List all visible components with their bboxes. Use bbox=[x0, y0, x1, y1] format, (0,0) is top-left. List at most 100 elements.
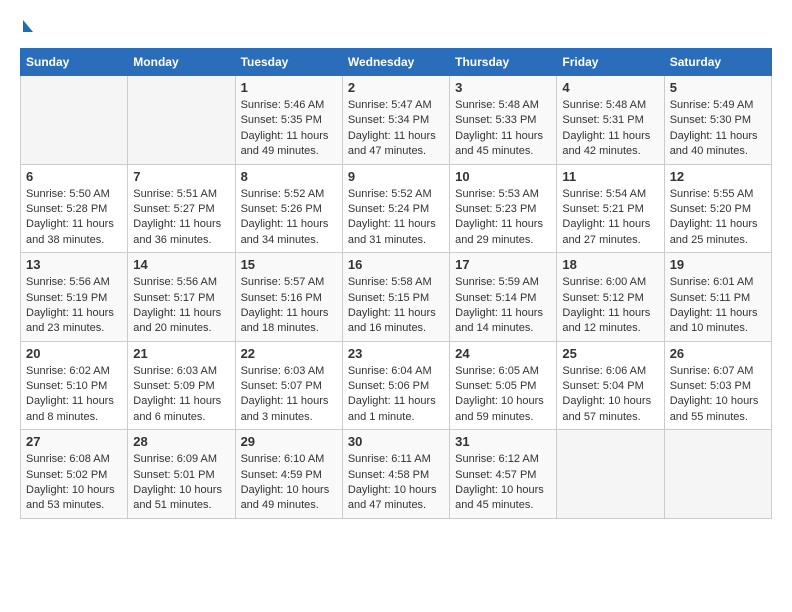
day-info: Sunrise: 5:48 AM Sunset: 5:33 PM Dayligh… bbox=[455, 98, 551, 160]
day-info: Sunrise: 6:01 AM Sunset: 5:11 PM Dayligh… bbox=[670, 275, 766, 337]
day-info: Sunrise: 6:12 AM Sunset: 4:57 PM Dayligh… bbox=[455, 452, 551, 514]
day-number: 13 bbox=[26, 257, 122, 272]
calendar-cell: 21 Sunrise: 6:03 AM Sunset: 5:09 PM Dayli… bbox=[128, 341, 235, 430]
calendar-cell: 16 Sunrise: 5:58 AM Sunset: 5:15 PM Dayli… bbox=[342, 253, 449, 342]
column-header-monday: Monday bbox=[128, 49, 235, 76]
day-number: 16 bbox=[348, 257, 444, 272]
day-number: 4 bbox=[562, 80, 658, 95]
calendar-cell: 6 Sunrise: 5:50 AM Sunset: 5:28 PM Daylig… bbox=[21, 164, 128, 253]
day-number: 17 bbox=[455, 257, 551, 272]
day-info: Sunrise: 5:52 AM Sunset: 5:24 PM Dayligh… bbox=[348, 187, 444, 249]
day-info: Sunrise: 6:03 AM Sunset: 5:09 PM Dayligh… bbox=[133, 364, 229, 426]
calendar-cell bbox=[557, 430, 664, 519]
day-number: 6 bbox=[26, 169, 122, 184]
day-info: Sunrise: 5:56 AM Sunset: 5:17 PM Dayligh… bbox=[133, 275, 229, 337]
week-row-3: 13Sunrise: 5:56 AM Sunset: 5:19 PM Dayli… bbox=[21, 253, 772, 342]
day-number: 14 bbox=[133, 257, 229, 272]
day-number: 28 bbox=[133, 434, 229, 449]
day-info: Sunrise: 6:04 AM Sunset: 5:06 PM Dayligh… bbox=[348, 364, 444, 426]
day-info: Sunrise: 5:52 AM Sunset: 5:26 PM Dayligh… bbox=[241, 187, 337, 249]
day-number: 9 bbox=[348, 169, 444, 184]
calendar-cell: 18 Sunrise: 6:00 AM Sunset: 5:12 PM Dayli… bbox=[557, 253, 664, 342]
day-info: Sunrise: 5:57 AM Sunset: 5:16 PM Dayligh… bbox=[241, 275, 337, 337]
day-number: 31 bbox=[455, 434, 551, 449]
day-info: Sunrise: 6:10 AM Sunset: 4:59 PM Dayligh… bbox=[241, 452, 337, 514]
day-number: 22 bbox=[241, 346, 337, 361]
calendar-cell: 29Sunrise: 6:10 AM Sunset: 4:59 PM Dayli… bbox=[235, 430, 342, 519]
calendar-cell: 15 Sunrise: 5:57 AM Sunset: 5:16 PM Dayli… bbox=[235, 253, 342, 342]
calendar-cell: 28 Sunrise: 6:09 AM Sunset: 5:01 PM Dayli… bbox=[128, 430, 235, 519]
week-row-1: 1Sunrise: 5:46 AM Sunset: 5:35 PM Daylig… bbox=[21, 76, 772, 165]
day-number: 5 bbox=[670, 80, 766, 95]
day-info: Sunrise: 5:54 AM Sunset: 5:21 PM Dayligh… bbox=[562, 187, 658, 249]
day-number: 27 bbox=[26, 434, 122, 449]
calendar-cell: 17 Sunrise: 5:59 AM Sunset: 5:14 PM Dayli… bbox=[450, 253, 557, 342]
day-number: 15 bbox=[241, 257, 337, 272]
day-number: 25 bbox=[562, 346, 658, 361]
calendar-cell: 5 Sunrise: 5:49 AM Sunset: 5:30 PM Daylig… bbox=[664, 76, 771, 165]
day-info: Sunrise: 6:05 AM Sunset: 5:05 PM Dayligh… bbox=[455, 364, 551, 426]
calendar-cell: 3 Sunrise: 5:48 AM Sunset: 5:33 PM Daylig… bbox=[450, 76, 557, 165]
day-number: 12 bbox=[670, 169, 766, 184]
day-number: 26 bbox=[670, 346, 766, 361]
day-info: Sunrise: 6:09 AM Sunset: 5:01 PM Dayligh… bbox=[133, 452, 229, 514]
day-info: Sunrise: 6:08 AM Sunset: 5:02 PM Dayligh… bbox=[26, 452, 122, 514]
day-info: Sunrise: 5:47 AM Sunset: 5:34 PM Dayligh… bbox=[348, 98, 444, 160]
page-header bbox=[20, 20, 772, 32]
column-header-sunday: Sunday bbox=[21, 49, 128, 76]
day-number: 20 bbox=[26, 346, 122, 361]
calendar-cell: 23 Sunrise: 6:04 AM Sunset: 5:06 PM Dayli… bbox=[342, 341, 449, 430]
column-header-saturday: Saturday bbox=[664, 49, 771, 76]
calendar-cell: 2 Sunrise: 5:47 AM Sunset: 5:34 PM Daylig… bbox=[342, 76, 449, 165]
day-number: 21 bbox=[133, 346, 229, 361]
week-row-2: 6 Sunrise: 5:50 AM Sunset: 5:28 PM Daylig… bbox=[21, 164, 772, 253]
day-number: 2 bbox=[348, 80, 444, 95]
calendar-cell: 12Sunrise: 5:55 AM Sunset: 5:20 PM Dayli… bbox=[664, 164, 771, 253]
calendar-cell: 10 Sunrise: 5:53 AM Sunset: 5:23 PM Dayli… bbox=[450, 164, 557, 253]
day-number: 18 bbox=[562, 257, 658, 272]
day-info: Sunrise: 5:51 AM Sunset: 5:27 PM Dayligh… bbox=[133, 187, 229, 249]
calendar-cell: 7 Sunrise: 5:51 AM Sunset: 5:27 PM Daylig… bbox=[128, 164, 235, 253]
day-info: Sunrise: 6:03 AM Sunset: 5:07 PM Dayligh… bbox=[241, 364, 337, 426]
day-info: Sunrise: 5:50 AM Sunset: 5:28 PM Dayligh… bbox=[26, 187, 122, 249]
calendar-cell: 9 Sunrise: 5:52 AM Sunset: 5:24 PM Daylig… bbox=[342, 164, 449, 253]
day-info: Sunrise: 6:06 AM Sunset: 5:04 PM Dayligh… bbox=[562, 364, 658, 426]
day-number: 7 bbox=[133, 169, 229, 184]
calendar-cell bbox=[128, 76, 235, 165]
calendar-cell: 24 Sunrise: 6:05 AM Sunset: 5:05 PM Dayli… bbox=[450, 341, 557, 430]
day-info: Sunrise: 5:59 AM Sunset: 5:14 PM Dayligh… bbox=[455, 275, 551, 337]
column-header-wednesday: Wednesday bbox=[342, 49, 449, 76]
day-number: 10 bbox=[455, 169, 551, 184]
calendar-cell: 19Sunrise: 6:01 AM Sunset: 5:11 PM Dayli… bbox=[664, 253, 771, 342]
calendar-cell bbox=[21, 76, 128, 165]
day-info: Sunrise: 5:49 AM Sunset: 5:30 PM Dayligh… bbox=[670, 98, 766, 160]
logo bbox=[20, 20, 33, 32]
day-number: 3 bbox=[455, 80, 551, 95]
calendar-cell: 30 Sunrise: 6:11 AM Sunset: 4:58 PM Dayli… bbox=[342, 430, 449, 519]
calendar-table: SundayMondayTuesdayWednesdayThursdayFrid… bbox=[20, 48, 772, 519]
week-row-5: 27 Sunrise: 6:08 AM Sunset: 5:02 PM Dayli… bbox=[21, 430, 772, 519]
calendar-cell: 25 Sunrise: 6:06 AM Sunset: 5:04 PM Dayli… bbox=[557, 341, 664, 430]
column-header-friday: Friday bbox=[557, 49, 664, 76]
day-number: 11 bbox=[562, 169, 658, 184]
day-info: Sunrise: 6:02 AM Sunset: 5:10 PM Dayligh… bbox=[26, 364, 122, 426]
calendar-cell: 20 Sunrise: 6:02 AM Sunset: 5:10 PM Dayli… bbox=[21, 341, 128, 430]
day-info: Sunrise: 6:11 AM Sunset: 4:58 PM Dayligh… bbox=[348, 452, 444, 514]
day-info: Sunrise: 5:53 AM Sunset: 5:23 PM Dayligh… bbox=[455, 187, 551, 249]
calendar-cell: 4 Sunrise: 5:48 AM Sunset: 5:31 PM Daylig… bbox=[557, 76, 664, 165]
day-info: Sunrise: 6:00 AM Sunset: 5:12 PM Dayligh… bbox=[562, 275, 658, 337]
day-info: Sunrise: 5:48 AM Sunset: 5:31 PM Dayligh… bbox=[562, 98, 658, 160]
day-number: 23 bbox=[348, 346, 444, 361]
day-info: Sunrise: 5:58 AM Sunset: 5:15 PM Dayligh… bbox=[348, 275, 444, 337]
column-header-thursday: Thursday bbox=[450, 49, 557, 76]
day-number: 24 bbox=[455, 346, 551, 361]
column-header-tuesday: Tuesday bbox=[235, 49, 342, 76]
header-row: SundayMondayTuesdayWednesdayThursdayFrid… bbox=[21, 49, 772, 76]
calendar-cell: 14 Sunrise: 5:56 AM Sunset: 5:17 PM Dayli… bbox=[128, 253, 235, 342]
day-number: 30 bbox=[348, 434, 444, 449]
calendar-cell: 27 Sunrise: 6:08 AM Sunset: 5:02 PM Dayli… bbox=[21, 430, 128, 519]
calendar-cell: 11 Sunrise: 5:54 AM Sunset: 5:21 PM Dayli… bbox=[557, 164, 664, 253]
day-info: Sunrise: 6:07 AM Sunset: 5:03 PM Dayligh… bbox=[670, 364, 766, 426]
day-info: Sunrise: 5:46 AM Sunset: 5:35 PM Dayligh… bbox=[241, 98, 337, 160]
calendar-cell bbox=[664, 430, 771, 519]
